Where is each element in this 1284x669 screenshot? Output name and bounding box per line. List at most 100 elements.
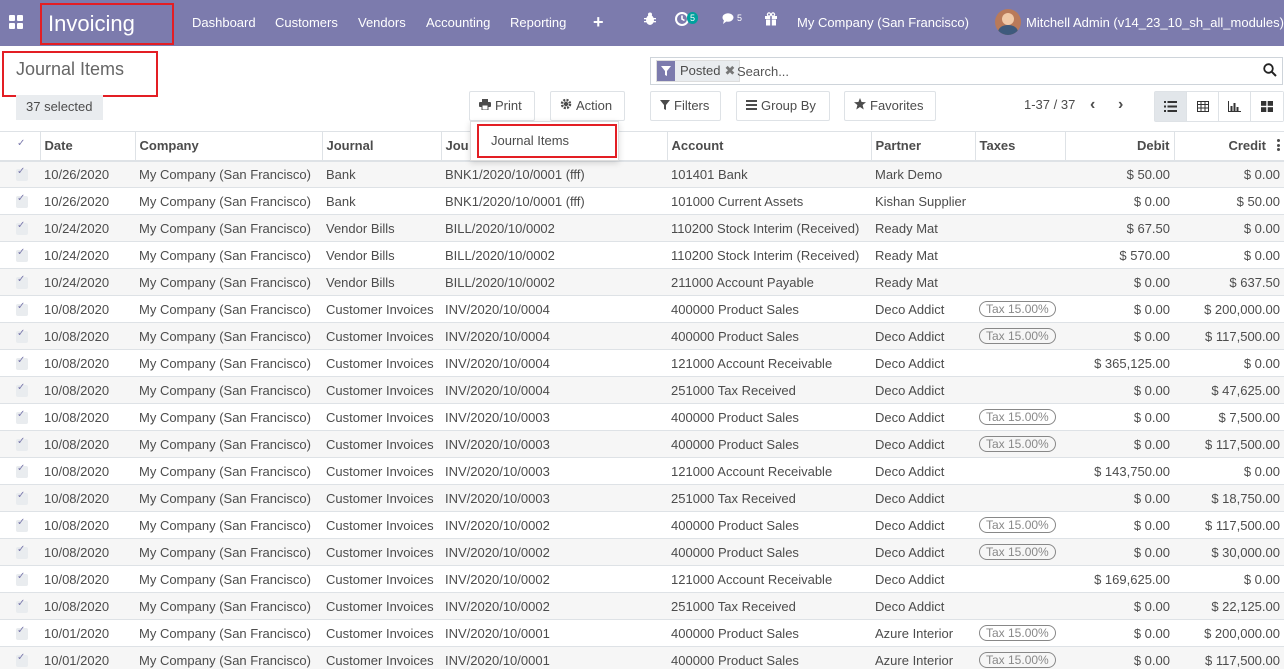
table-row[interactable]: 10/08/2020My Company (San Francisco)Cust… (0, 565, 1284, 593)
table-row[interactable]: 10/08/2020My Company (San Francisco)Cust… (0, 295, 1284, 323)
checkbox-checked-icon[interactable] (16, 382, 28, 398)
pager-value[interactable]: 1-37 / 37 (1024, 97, 1075, 112)
table-row[interactable]: 10/08/2020My Company (San Francisco)Cust… (0, 376, 1284, 404)
column-account[interactable]: Account (666, 131, 871, 162)
table-row[interactable]: 10/08/2020My Company (San Francisco)Cust… (0, 403, 1284, 431)
chat-icon[interactable] (721, 12, 737, 30)
table-row[interactable]: 10/24/2020My Company (San Francisco)Vend… (0, 214, 1284, 242)
row-checkbox[interactable] (0, 457, 40, 485)
table-row[interactable]: 10/08/2020My Company (San Francisco)Cust… (0, 349, 1284, 377)
row-checkbox[interactable] (0, 646, 40, 669)
row-checkbox[interactable] (0, 565, 40, 593)
print-journal-items-item[interactable]: Journal Items (477, 124, 617, 158)
checkbox-checked-icon[interactable] (16, 463, 28, 479)
checkbox-checked-icon[interactable] (16, 436, 28, 452)
table-row[interactable]: 10/26/2020My Company (San Francisco)Bank… (0, 187, 1284, 215)
table-row[interactable]: 10/08/2020My Company (San Francisco)Cust… (0, 430, 1284, 458)
checkbox-checked-icon[interactable] (16, 328, 28, 344)
row-checkbox[interactable] (0, 619, 40, 647)
menu-accounting[interactable]: Accounting (426, 0, 490, 46)
checkbox-checked-icon[interactable] (16, 571, 28, 587)
checkbox-checked-icon[interactable] (16, 355, 28, 371)
column-date[interactable]: Date (39, 131, 135, 162)
row-checkbox[interactable] (0, 511, 40, 539)
checkbox-checked-icon[interactable] (16, 193, 28, 209)
checkbox-checked-icon[interactable] (16, 625, 28, 641)
checkbox-checked-icon[interactable] (16, 490, 28, 506)
checkbox-checked-icon[interactable] (16, 220, 28, 236)
row-checkbox[interactable] (0, 241, 40, 269)
row-checkbox[interactable] (0, 484, 40, 512)
pager-previous-button[interactable]: ‹ (1090, 96, 1095, 114)
checkbox-checked-icon[interactable] (16, 247, 28, 263)
row-checkbox[interactable] (0, 430, 40, 458)
action-button[interactable]: Action (550, 91, 625, 121)
user-menu[interactable]: Mitchell Admin (v14_23_10_sh_all_modules… (1026, 0, 1284, 45)
table-row[interactable]: 10/08/2020My Company (San Francisco)Cust… (0, 592, 1284, 620)
row-checkbox[interactable] (0, 295, 40, 323)
menu-reporting[interactable]: Reporting (510, 0, 566, 46)
filters-button[interactable]: Filters (650, 91, 721, 121)
kanban-view-icon[interactable] (1251, 92, 1283, 121)
avatar[interactable] (995, 9, 1021, 35)
table-row[interactable]: 10/26/2020My Company (San Francisco)Bank… (0, 160, 1284, 188)
row-checkbox[interactable] (0, 214, 40, 242)
table-row[interactable]: 10/08/2020My Company (San Francisco)Cust… (0, 511, 1284, 539)
column-company[interactable]: Company (134, 131, 322, 162)
print-button[interactable]: Print (469, 91, 535, 121)
app-title[interactable]: Invoicing (40, 3, 174, 45)
pager-next-button[interactable]: › (1118, 96, 1123, 114)
table-row[interactable]: 10/01/2020My Company (San Francisco)Cust… (0, 619, 1284, 647)
row-checkbox[interactable] (0, 160, 40, 188)
table-row[interactable]: 10/01/2020My Company (San Francisco)Cust… (0, 646, 1284, 669)
checkbox-checked-icon[interactable] (16, 274, 28, 290)
row-checkbox[interactable] (0, 349, 40, 377)
table-row[interactable]: 10/08/2020My Company (San Francisco)Cust… (0, 457, 1284, 485)
apps-grid-icon[interactable] (9, 15, 23, 29)
gift-icon[interactable] (763, 12, 779, 30)
menu-vendors[interactable]: Vendors (358, 0, 406, 46)
table-row[interactable]: 10/08/2020My Company (San Francisco)Cust… (0, 322, 1284, 350)
row-checkbox[interactable] (0, 592, 40, 620)
checkbox-checked-icon[interactable] (16, 409, 28, 425)
checkbox-checked-icon[interactable] (16, 166, 28, 182)
checkbox-checked-icon[interactable] (16, 598, 28, 614)
table-row[interactable]: 10/08/2020My Company (San Francisco)Cust… (0, 538, 1284, 566)
checkbox-checked-icon[interactable] (16, 301, 28, 317)
column-journal[interactable]: Journal (321, 131, 441, 162)
plus-icon[interactable]: + (593, 0, 604, 44)
checkbox-checked-icon[interactable] (16, 652, 28, 668)
search-icon[interactable] (1263, 63, 1277, 77)
cell-account: 400000 Product Sales (667, 538, 871, 566)
row-checkbox[interactable] (0, 376, 40, 404)
column-credit[interactable]: Credit (1173, 131, 1284, 162)
column-debit[interactable]: Debit (1064, 131, 1174, 162)
company-switcher[interactable]: My Company (San Francisco) (797, 0, 969, 45)
row-checkbox[interactable] (0, 187, 40, 215)
select-all-checkbox[interactable] (0, 131, 40, 162)
pivot-view-icon[interactable] (1187, 92, 1219, 121)
group-by-button[interactable]: Group By (736, 91, 830, 121)
list-view-icon[interactable] (1155, 92, 1187, 121)
cell-debit: $ 0.00 (1065, 538, 1174, 566)
cell-company: My Company (San Francisco) (135, 241, 322, 269)
table-row[interactable]: 10/24/2020My Company (San Francisco)Vend… (0, 241, 1284, 269)
menu-customers[interactable]: Customers (275, 0, 338, 46)
table-row[interactable]: 10/24/2020My Company (San Francisco)Vend… (0, 268, 1284, 296)
row-checkbox[interactable] (0, 538, 40, 566)
cell-debit: $ 143,750.00 (1065, 457, 1174, 485)
checkbox-checked-icon[interactable] (16, 517, 28, 533)
search-input[interactable] (737, 61, 1257, 81)
favorites-button[interactable]: Favorites (844, 91, 936, 121)
row-checkbox[interactable] (0, 268, 40, 296)
column-taxes[interactable]: Taxes (974, 131, 1065, 162)
menu-dashboard[interactable]: Dashboard (192, 0, 256, 46)
bug-icon[interactable] (642, 12, 658, 30)
graph-view-icon[interactable] (1219, 92, 1251, 121)
table-row[interactable]: 10/08/2020My Company (San Francisco)Cust… (0, 484, 1284, 512)
column-options-icon[interactable] (1277, 139, 1280, 151)
checkbox-checked-icon[interactable] (16, 544, 28, 560)
row-checkbox[interactable] (0, 322, 40, 350)
column-partner[interactable]: Partner (870, 131, 975, 162)
row-checkbox[interactable] (0, 403, 40, 431)
